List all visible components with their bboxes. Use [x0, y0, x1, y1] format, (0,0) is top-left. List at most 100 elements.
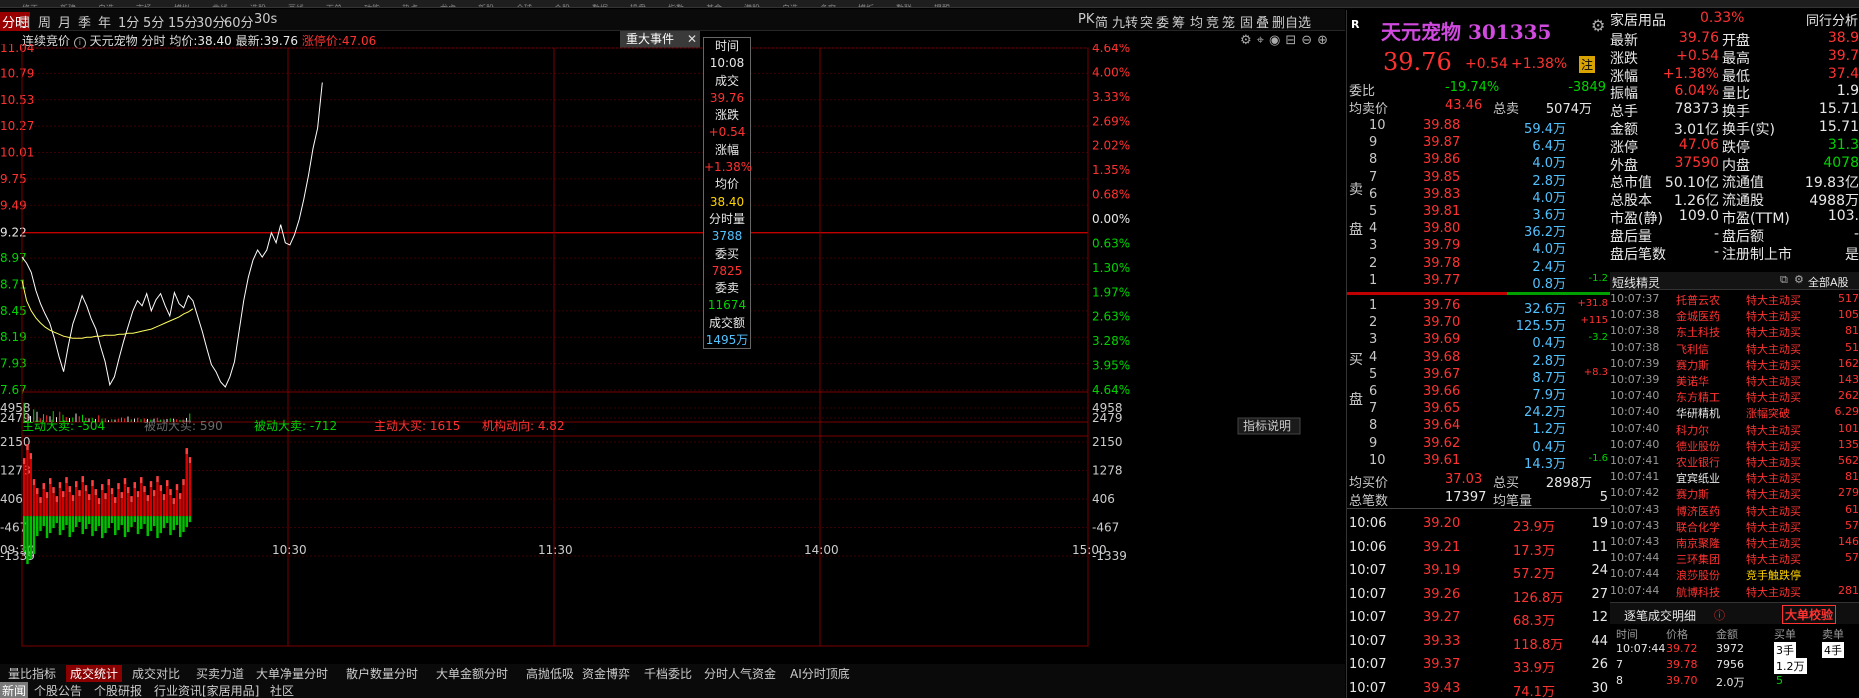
bid-row[interactable]: 1 39.76 32.6万 +31.8: [1347, 298, 1610, 317]
menu-item[interactable]: 下单: [326, 5, 342, 8]
info-icon[interactable]: ⓘ: [1714, 607, 1725, 623]
menu-item[interactable]: 市场: [136, 5, 152, 8]
bid-row[interactable]: 6 39.66 7.9万: [1347, 384, 1610, 403]
menu-item[interactable]: 数据: [592, 5, 608, 8]
menu-item[interactable]: 指数: [668, 5, 684, 8]
menu-item[interactable]: 功能: [364, 5, 380, 8]
period-tab[interactable]: 周: [38, 12, 51, 31]
chart-tool-button[interactable]: 竞: [1206, 12, 1219, 31]
bid-row[interactable]: 5 39.67 8.7万 +8.3: [1347, 367, 1610, 386]
menu-item[interactable]: 模板: [858, 5, 874, 8]
menu-item[interactable]: 热点: [402, 5, 418, 8]
menu-item[interactable]: 个股: [554, 5, 570, 8]
indicator-tab[interactable]: 成交对比: [132, 665, 180, 682]
feed-item[interactable]: 10:07:43 联合化学 特大主动买 57: [1610, 519, 1859, 535]
popout-icon[interactable]: ⧉: [1780, 273, 1788, 287]
chart-tool-button[interactable]: 突: [1140, 12, 1153, 31]
indicator-tab[interactable]: 大单金额分时: [436, 665, 508, 682]
menu-item[interactable]: 画线: [288, 5, 304, 8]
menu-item[interactable]: 新股: [478, 5, 494, 8]
feed-item[interactable]: 10:07:41 宜宾纸业 特大主动买 81: [1610, 470, 1859, 486]
period-tab[interactable]: 月: [58, 12, 71, 31]
news-tab[interactable]: 行业资讯[家居用品]: [154, 682, 259, 698]
bid-row[interactable]: 7 39.65 24.2万: [1347, 401, 1610, 420]
indicator-tab[interactable]: 散户数量分时: [346, 665, 418, 682]
indicator-tab[interactable]: 成交统计: [66, 665, 123, 682]
indicator-tab[interactable]: 高抛低吸: [526, 665, 574, 682]
indicator-tab[interactable]: AI分时顶底: [790, 665, 850, 682]
menu-item[interactable]: 操盘: [630, 5, 646, 8]
chart-tool-button[interactable]: 固: [1240, 12, 1253, 31]
stock-title[interactable]: 天元宠物 301335: [1381, 16, 1551, 45]
chart-tool-button[interactable]: 简: [1095, 12, 1108, 31]
indicator-tab[interactable]: 千档委比: [644, 665, 692, 682]
news-tab[interactable]: 个股公告: [34, 682, 82, 698]
ask-row[interactable]: 9 39.87 6.4万: [1347, 135, 1610, 154]
news-tab[interactable]: 个股研报: [94, 682, 142, 698]
bid-row[interactable]: 9 39.62 0.4万: [1347, 436, 1610, 455]
feed-item[interactable]: 10:07:40 科力尔 特大主动买 101: [1610, 422, 1859, 438]
chart-tool-button[interactable]: 叠: [1256, 12, 1269, 31]
indicator-tab[interactable]: 资金博弈: [582, 665, 630, 682]
bid-row[interactable]: 10 39.61 14.3万 -1.6: [1347, 453, 1610, 472]
news-tab[interactable]: 社区: [270, 682, 294, 698]
bid-row[interactable]: 3 39.69 0.4万 -3.2: [1347, 332, 1610, 351]
menu-item[interactable]: 自选: [782, 5, 798, 8]
feed-item[interactable]: 10:07:40 德业股份 特大主动买 135: [1610, 438, 1859, 454]
period-tab[interactable]: 30s: [254, 12, 277, 27]
chart-tool-button[interactable]: 筹: [1172, 12, 1185, 31]
indicator-tab[interactable]: 大单净量分时: [256, 665, 328, 682]
feed-item[interactable]: 10:07:38 金城医药 特大主动买 105: [1610, 308, 1859, 324]
menu-item[interactable]: 港股: [744, 5, 760, 8]
menu-item[interactable]: 新建: [60, 5, 76, 8]
feed-item[interactable]: 10:07:39 美诺华 特大主动买 143: [1610, 373, 1859, 389]
menu-item[interactable]: 全球: [516, 5, 532, 8]
ask-row[interactable]: 7 39.85 2.8万: [1347, 170, 1610, 189]
ask-row[interactable]: 8 39.86 4.0万: [1347, 152, 1610, 171]
menu-item[interactable]: 曲线: [212, 5, 228, 8]
ask-row[interactable]: 10 39.88 59.4万: [1347, 118, 1610, 137]
peer-analysis-link[interactable]: 同行分析: [1806, 10, 1858, 29]
chart-tool-button[interactable]: 委: [1156, 12, 1169, 31]
bid-row[interactable]: 4 39.68 2.8万: [1347, 350, 1610, 369]
feed-item[interactable]: 10:07:41 农业银行 特大主动买 562: [1610, 454, 1859, 470]
menu-item[interactable]: 模拟: [174, 5, 190, 8]
news-tab[interactable]: 新闻: [0, 682, 29, 698]
menu-item[interactable]: 基金: [706, 5, 722, 8]
ask-row[interactable]: 3 39.79 4.0万: [1347, 238, 1610, 257]
bid-row[interactable]: 2 39.70 125.5万 +115: [1347, 315, 1610, 334]
menu-item[interactable]: 提醒: [934, 5, 950, 8]
period-tab[interactable]: 1分: [118, 12, 139, 31]
feed-item[interactable]: 10:07:40 华研精机 涨幅突破 6.29: [1610, 405, 1859, 421]
big-order-button[interactable]: 大单校验: [1782, 605, 1837, 624]
period-tab[interactable]: 年: [98, 12, 111, 31]
feed-item[interactable]: 10:07:38 飞利信 特大主动买 51: [1610, 341, 1859, 357]
chart-tool-button[interactable]: 笼: [1222, 12, 1235, 31]
feed-item[interactable]: 10:07:44 三环集团 特大主动买 57: [1610, 551, 1859, 567]
feed-item[interactable]: 10:07:38 东土科技 特大主动买 81: [1610, 324, 1859, 340]
menu-item[interactable]: 选股: [250, 5, 266, 8]
ask-row[interactable]: 4 39.80 36.2万: [1347, 221, 1610, 240]
ask-row[interactable]: 2 39.78 2.4万: [1347, 256, 1610, 275]
menu-item[interactable]: 多窗: [820, 5, 836, 8]
chart-tool-button[interactable]: 九转: [1112, 12, 1138, 31]
indicator-tab[interactable]: 买卖力道: [196, 665, 244, 682]
feed-item[interactable]: 10:07:44 浪莎股份 竞手触跌停: [1610, 567, 1859, 583]
period-tab[interactable]: 5分: [143, 12, 164, 31]
feed-item[interactable]: 10:07:43 南京聚隆 特大主动买 146: [1610, 535, 1859, 551]
ask-row[interactable]: 6 39.83 4.0万: [1347, 187, 1610, 206]
menu-item[interactable]: 自选: [98, 5, 114, 8]
industry-name[interactable]: 家居用品: [1610, 10, 1666, 30]
feed-item[interactable]: 10:07:37 托普云农 特大主动买 517: [1610, 292, 1859, 308]
menu-item[interactable]: 龙虎: [440, 5, 456, 8]
gear-icon[interactable]: ⚙: [1591, 16, 1605, 35]
period-tab[interactable]: 季: [78, 12, 91, 31]
ask-row[interactable]: 1 39.77 0.8万 -1.2: [1347, 273, 1610, 292]
indicator-tab[interactable]: 量比指标: [8, 665, 56, 682]
feed-item[interactable]: 10:07:39 赛力斯 特大主动买 162: [1610, 357, 1859, 373]
menu-item[interactable]: 数联: [896, 5, 912, 8]
period-tab[interactable]: 30分: [196, 12, 226, 31]
period-tab[interactable]: 日: [18, 12, 31, 31]
ask-row[interactable]: 5 39.81 3.6万: [1347, 204, 1610, 223]
bid-row[interactable]: 8 39.64 1.2万: [1347, 418, 1610, 437]
